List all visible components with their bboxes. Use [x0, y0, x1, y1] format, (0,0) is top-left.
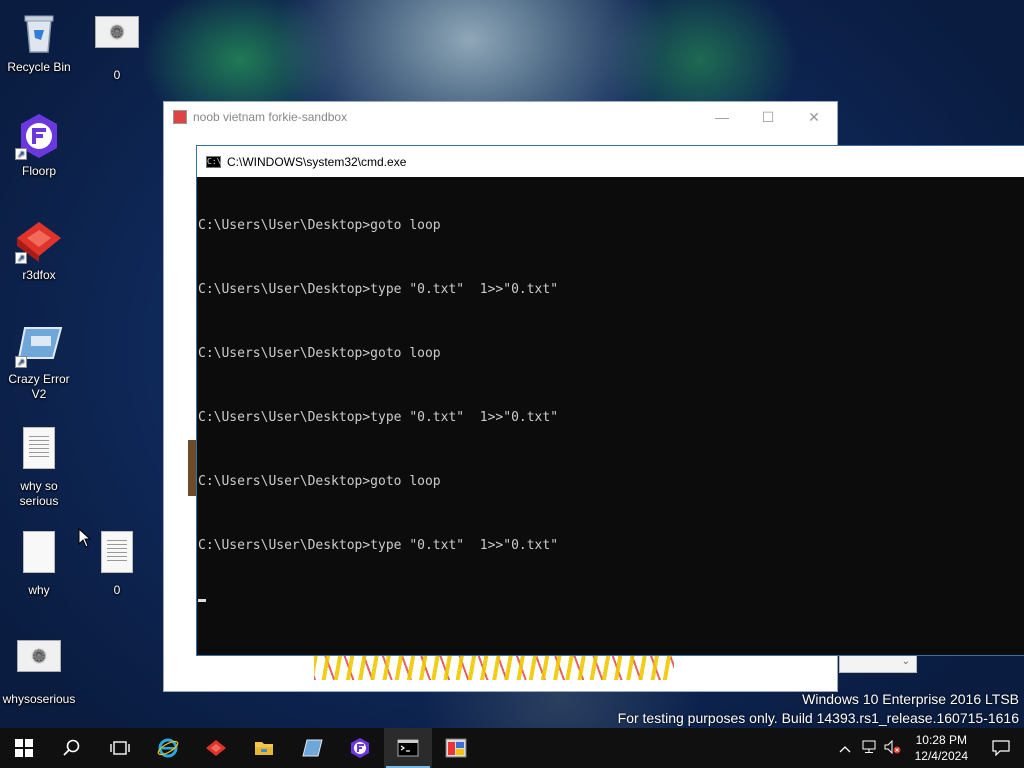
desktop-icon-label: r3dfox	[22, 268, 56, 282]
clock-date: 12/4/2024	[914, 749, 968, 763]
text-file-icon	[93, 531, 141, 579]
mouse-pointer-icon	[78, 528, 92, 548]
console-cursor	[198, 599, 206, 602]
internet-explorer-icon	[157, 738, 179, 758]
chevron-up-icon[interactable]	[833, 741, 857, 756]
desktop-icon-label: Floorp	[21, 164, 56, 178]
cmd-console-output[interactable]: C:\Users\User\Desktop>goto loop C:\Users…	[197, 177, 1024, 634]
volume-muted-icon[interactable]	[881, 739, 905, 757]
shortcut-arrow-icon: ↗	[15, 252, 27, 264]
sandbox-window-titlebar[interactable]: noob vietnam forkie-sandbox — ☐ ✕	[164, 102, 837, 132]
command-prompt-icon	[397, 739, 419, 757]
console-line: C:\Users\User\Desktop>goto loop	[198, 346, 441, 361]
minimize-button[interactable]: —	[699, 109, 745, 126]
taskbar-app-crazy-error[interactable]	[288, 728, 336, 768]
desktop-icon-label: why	[28, 583, 50, 597]
shortcut-arrow-icon: ↗	[15, 148, 27, 160]
desktop: Recycle Bin ⚙ 0 ↗ Floorp ↗ r3dfox ↗ Craz…	[0, 0, 1024, 728]
cmd-window-titlebar[interactable]: C:\ C:\WINDOWS\system32\cmd.exe	[197, 146, 1024, 177]
taskbar-app-command-prompt[interactable]	[384, 728, 432, 768]
desktop-icon-recycle-bin[interactable]: Recycle Bin	[0, 8, 78, 75]
console-line: C:\Users\User\Desktop>goto loop	[198, 474, 441, 489]
desktop-icon-label: Recycle Bin	[7, 60, 71, 74]
recycle-bin-icon	[15, 8, 63, 56]
console-line: C:\Users\User\Desktop>type "0.txt" 1>>"0…	[198, 410, 559, 425]
watermark-edition: Windows 10 Enterprise 2016 LTSB	[802, 691, 1019, 707]
console-line: C:\Users\User\Desktop>type "0.txt" 1>>"0…	[198, 282, 559, 297]
clock[interactable]: 10:28 PM 12/4/2024	[905, 732, 978, 764]
desktop-icon-why-so-serious[interactable]: why so serious	[0, 424, 78, 509]
text-file-icon	[15, 427, 63, 475]
blank-file-icon	[15, 531, 63, 579]
cmd-window-title: C:\WINDOWS\system32\cmd.exe	[227, 154, 407, 169]
cmd-window[interactable]: C:\ C:\WINDOWS\system32\cmd.exe C:\Users…	[196, 145, 1024, 656]
desktop-icon-label: 0	[113, 583, 121, 597]
scribble-image	[314, 654, 674, 680]
watermark-build: For testing purposes only. Build 14393.r…	[617, 710, 1019, 726]
taskbar-app-floorp[interactable]	[336, 728, 384, 768]
sandbox-app-icon	[173, 110, 187, 124]
settings-file-icon: ⚙	[93, 16, 141, 64]
taskbar-app-file-explorer[interactable]	[240, 728, 288, 768]
floorp-icon	[351, 738, 369, 758]
task-view-button[interactable]	[96, 728, 144, 768]
sandbox-window-title: noob vietnam forkie-sandbox	[193, 110, 348, 124]
desktop-icon-why[interactable]: why	[0, 528, 78, 598]
search-icon	[63, 739, 80, 756]
desktop-icon-label: why so serious	[19, 479, 59, 508]
folder-icon	[255, 742, 273, 755]
taskbar: 10:28 PM 12/4/2024	[0, 728, 1024, 768]
shortcut-arrow-icon: ↗	[15, 356, 27, 368]
console-line: C:\Users\User\Desktop>type "0.txt" 1>>"0…	[198, 538, 559, 553]
clock-time: 10:28 PM	[915, 733, 967, 747]
search-button[interactable]	[48, 728, 96, 768]
notification-icon	[992, 740, 1010, 756]
desktop-icon-0-settings[interactable]: ⚙ 0	[78, 8, 156, 83]
action-center-button[interactable]	[978, 728, 1024, 768]
windows-watermark: Windows 10 Enterprise 2016 LTSB For test…	[618, 690, 1019, 728]
floorp-icon: ↗	[15, 112, 63, 160]
desktop-icon-crazy-error[interactable]: ↗ Crazy Error V2	[0, 320, 78, 402]
desktop-icon-label: whysoserious	[2, 692, 76, 706]
r3dfox-icon	[206, 740, 226, 756]
cmd-icon: C:\	[206, 155, 222, 168]
settings-file-icon: ⚙	[15, 640, 63, 688]
task-view-icon	[110, 741, 130, 755]
sandbox-app-icon	[445, 738, 467, 758]
desktop-icon-whysoserious[interactable]: ⚙ whysoserious	[0, 632, 78, 707]
windows-logo-icon	[15, 739, 33, 757]
console-line: C:\Users\User\Desktop>goto loop	[198, 218, 441, 233]
chevron-down-icon: ⌄	[901, 656, 910, 667]
desktop-icon-label: 0	[113, 68, 121, 82]
crazy-error-icon	[302, 739, 323, 757]
desktop-icon-label: Crazy Error V2	[8, 372, 70, 401]
taskbar-app-r3dfox[interactable]	[192, 728, 240, 768]
desktop-icon-r3dfox[interactable]: ↗ r3dfox	[0, 216, 78, 283]
taskbar-app-internet-explorer[interactable]	[144, 728, 192, 768]
desktop-icon-floorp[interactable]: ↗ Floorp	[0, 112, 78, 179]
close-button[interactable]: ✕	[791, 109, 837, 126]
system-tray: 10:28 PM 12/4/2024	[833, 728, 1024, 768]
maximize-button[interactable]: ☐	[745, 109, 791, 126]
network-icon[interactable]	[857, 740, 881, 757]
taskbar-app-sandbox[interactable]	[432, 728, 480, 768]
crazy-error-icon: ↗	[15, 320, 63, 368]
r3dfox-icon: ↗	[15, 216, 63, 264]
start-button[interactable]	[0, 728, 48, 768]
